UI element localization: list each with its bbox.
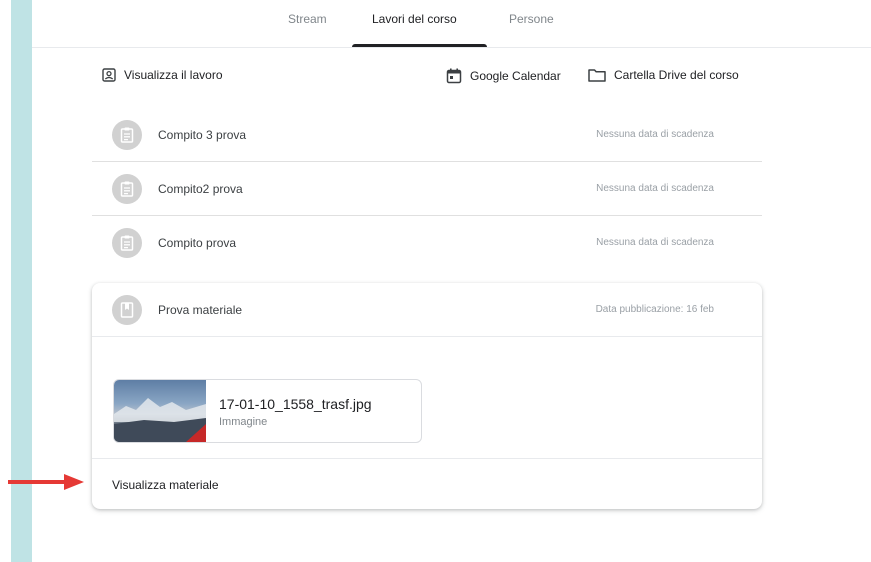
material-header[interactable]: Prova materiale Data pubblicazione: 16 f… <box>92 283 762 337</box>
attachment-type: Immagine <box>219 416 268 428</box>
assignment-icon <box>112 227 142 258</box>
active-tab-indicator <box>352 44 487 47</box>
course-tabs: Stream Lavori del corso Persone <box>32 0 871 48</box>
calendar-icon <box>446 68 462 84</box>
view-work-label: Visualizza il lavoro <box>124 68 223 82</box>
due-date: Nessuna data di scadenza <box>596 129 714 140</box>
material-footer: Visualizza materiale <box>92 458 762 510</box>
assignment-row[interactable]: Compito2 prova Nessuna data di scadenza <box>92 162 762 216</box>
due-date: Nessuna data di scadenza <box>596 183 714 194</box>
tab-people[interactable]: Persone <box>509 12 554 26</box>
assignment-title: Compito prova <box>158 235 237 250</box>
assignment-row[interactable]: Compito 3 prova Nessuna data di scadenza <box>92 108 762 162</box>
account-box-icon <box>102 68 116 82</box>
attachment-chip[interactable]: 17-01-10_1558_trasf.jpg Immagine <box>113 379 422 443</box>
drive-folder-label: Cartella Drive del corso <box>614 68 739 82</box>
view-material-button[interactable]: Visualizza materiale <box>112 478 219 492</box>
tab-classwork[interactable]: Lavori del corso <box>372 12 457 26</box>
google-calendar-label: Google Calendar <box>470 69 561 83</box>
material-title: Prova materiale <box>158 302 243 317</box>
material-icon <box>112 294 142 325</box>
google-calendar-button[interactable]: Google Calendar <box>446 68 561 84</box>
folder-icon <box>588 68 606 82</box>
material-card: Prova materiale Data pubblicazione: 16 f… <box>92 283 762 509</box>
publish-date: Data pubblicazione: 16 feb <box>595 304 714 315</box>
annotation-arrow-icon <box>6 472 86 497</box>
due-date: Nessuna data di scadenza <box>596 237 714 248</box>
assignment-row[interactable]: Compito prova Nessuna data di scadenza <box>92 216 762 269</box>
classwork-list: Compito 3 prova Nessuna data di scadenza… <box>92 108 762 269</box>
image-thumbnail <box>114 380 206 442</box>
assignment-title: Compito 3 prova <box>158 127 247 142</box>
view-work-button[interactable]: Visualizza il lavoro <box>102 68 223 82</box>
assignment-icon <box>112 173 142 204</box>
tab-stream[interactable]: Stream <box>288 12 327 26</box>
attachment-name: 17-01-10_1558_trasf.jpg <box>219 396 372 412</box>
drive-folder-button[interactable]: Cartella Drive del corso <box>588 68 739 82</box>
assignment-icon <box>112 119 142 150</box>
assignment-title: Compito2 prova <box>158 181 243 196</box>
